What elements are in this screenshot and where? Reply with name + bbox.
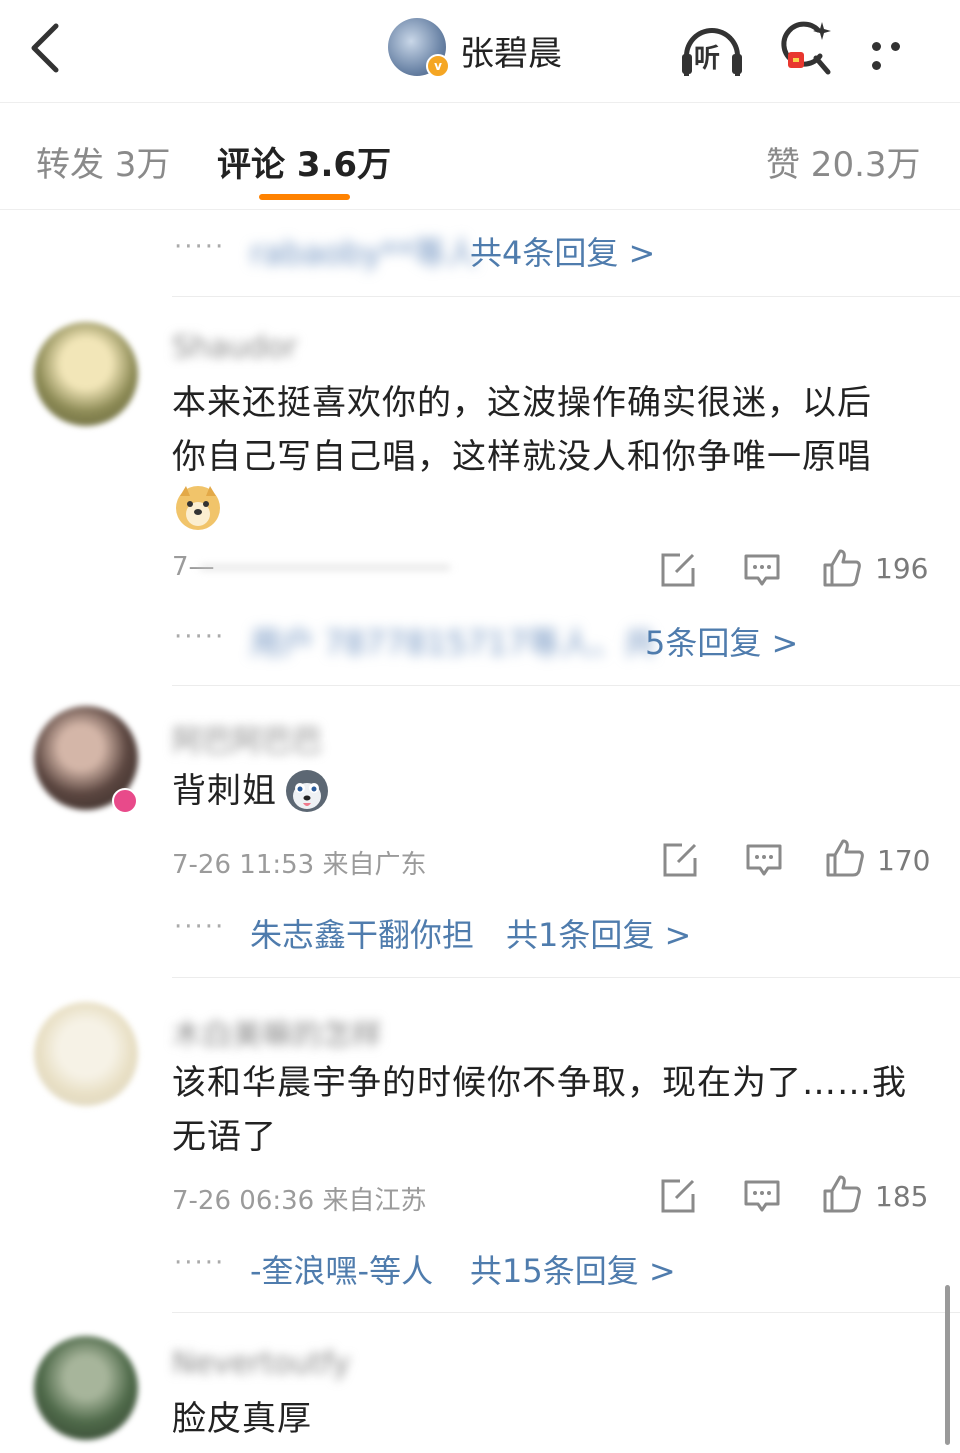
divider (172, 1312, 960, 1313)
tab-reposts[interactable]: 转发 3万 (36, 137, 170, 186)
share-icon (661, 1179, 695, 1213)
like-button[interactable] (822, 548, 862, 588)
like-button[interactable] (822, 1174, 862, 1214)
like-count: 185 (875, 1180, 929, 1213)
comment-timestamp: 7-26 06:36 来自江苏 (172, 1186, 427, 1216)
search-sparkle-icon (781, 21, 831, 75)
reply-button[interactable] (742, 550, 782, 590)
repost-button[interactable] (658, 1176, 698, 1216)
scrollbar[interactable] (945, 1285, 950, 1445)
profile-avatar[interactable]: v (388, 18, 450, 78)
timestamp-redacted (200, 566, 450, 569)
repost-button[interactable] (660, 840, 700, 880)
comment-icon (746, 844, 782, 876)
avatar[interactable] (34, 1336, 138, 1440)
more-dots-icon (872, 36, 928, 74)
husky-emoji-icon (284, 768, 330, 818)
comment-username[interactable]: 木白美嘛的怎样 (172, 1010, 382, 1054)
listen-button[interactable]: 听 (680, 22, 746, 76)
reply-thread-dots: ····· (174, 1248, 226, 1278)
top-bar: v 张碧晨 听 (0, 0, 960, 103)
comment-timestamp: 7-26 11:53 来自广东 (172, 850, 427, 880)
comment-username[interactable]: Shaudor (172, 330, 297, 365)
verified-badge-icon: v (426, 54, 450, 78)
comment-text: 脸皮真厚 (172, 1399, 312, 1439)
comment-icon (744, 554, 780, 586)
reply-thread-dots: ····· (174, 232, 226, 262)
listen-label: 听 (694, 44, 721, 74)
reply-thread-dots: ····· (174, 912, 226, 942)
comment-text-line-1: 该和华晨宇争的时候你不争取，现在为了……我 (172, 1063, 907, 1103)
comment-text-line-1: 本来还挺喜欢你的，这波操作确实很迷，以后 (172, 383, 872, 423)
reply-thread-count[interactable]: 共1条回复 > (506, 910, 691, 956)
like-button[interactable] (825, 838, 865, 878)
share-icon (663, 843, 697, 877)
thumbs-up-icon (823, 1175, 861, 1213)
thumbs-up-icon (826, 839, 864, 877)
tab-bar: 转发 3万 评论 3.6万 赞 20.3万 (0, 103, 960, 210)
reply-thread-users[interactable]: 朱志鑫干翻你担 (250, 910, 474, 956)
comment-username[interactable]: 阿巴阿巴巴 (172, 716, 322, 760)
reply-thread-count[interactable]: 共4条回复 > (470, 228, 655, 274)
reply-thread-users[interactable]: rabaoby**等人 (250, 228, 478, 274)
comment-text: 背刺姐 (172, 771, 277, 811)
avatar[interactable] (34, 322, 138, 426)
share-icon (661, 553, 695, 587)
reply-button[interactable] (742, 1176, 782, 1216)
comment-username[interactable]: Nevertoutfy (172, 1346, 350, 1381)
divider (172, 296, 960, 297)
doge-emoji-icon (174, 484, 222, 536)
active-tab-indicator (259, 194, 350, 200)
search-button[interactable] (778, 20, 836, 76)
member-badge-icon (112, 788, 138, 814)
divider (172, 977, 960, 978)
like-count: 170 (877, 844, 931, 877)
tab-likes[interactable]: 赞 20.3万 (766, 137, 921, 186)
thumbs-up-icon (823, 549, 861, 587)
reply-thread-users[interactable]: 用户 7877815717等人、共 (250, 618, 656, 664)
divider (172, 685, 960, 686)
reply-thread-count[interactable]: 共15条回复 > (470, 1246, 676, 1292)
reply-thread-users[interactable]: -奎浪嘿-等人 (250, 1246, 433, 1292)
reply-thread-count[interactable]: 5条回复 > (645, 618, 798, 664)
more-options-button[interactable] (872, 36, 928, 70)
chevron-left-icon (31, 23, 59, 73)
comment-text-line-2: 无语了 (172, 1117, 277, 1157)
like-count: 196 (875, 552, 929, 585)
tab-comments[interactable]: 评论 3.6万 (217, 137, 391, 186)
page-title: 张碧晨 (460, 34, 562, 74)
comment-text-line-2: 你自己写自己唱，这样就没人和你争唯一原唱 (172, 437, 872, 477)
comment-icon (744, 1180, 780, 1212)
reply-thread-dots: ····· (174, 622, 226, 652)
repost-button[interactable] (658, 550, 698, 590)
back-button[interactable] (26, 22, 66, 74)
reply-button[interactable] (744, 840, 784, 880)
avatar[interactable] (34, 1002, 138, 1106)
